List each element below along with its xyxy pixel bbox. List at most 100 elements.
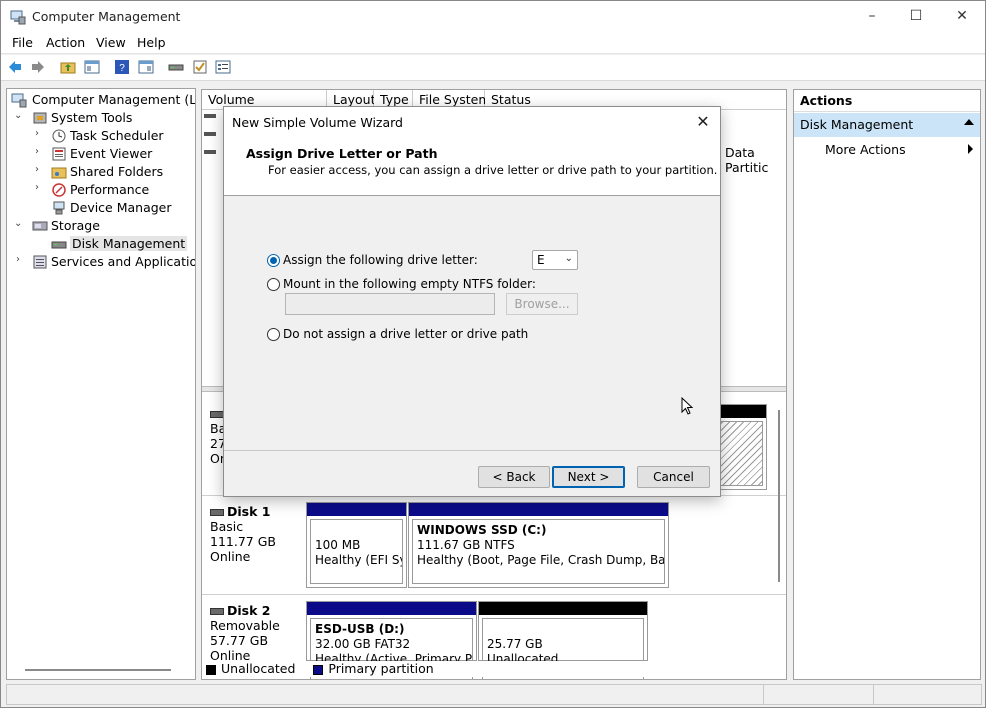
chevron-right-icon[interactable]: › (16, 254, 26, 265)
chevron-right-icon[interactable]: › (35, 146, 45, 157)
help-icon[interactable]: ? (114, 59, 130, 75)
disk1-label[interactable]: Disk 1 Basic 111.77 GB Online (210, 504, 276, 564)
wizard-subheading: For easier access, you can assign a driv… (268, 163, 718, 177)
status-segment (763, 685, 764, 704)
partition-size: 100 MB (315, 538, 361, 552)
device-manager-icon (53, 201, 65, 215)
chevron-right-icon[interactable]: › (35, 182, 45, 193)
tree-item-event-viewer[interactable]: › Event Viewer (11, 145, 195, 163)
partition-name: ESD-USB (D:) (315, 622, 405, 636)
toolbar: ? (1, 55, 985, 81)
properties-icon[interactable] (215, 59, 231, 75)
new-simple-volume-wizard: New Simple Volume Wizard ✕ Assign Drive … (223, 106, 721, 497)
more-actions[interactable]: More Actions (825, 142, 906, 157)
partition-status: Healthy (EFI Syst (315, 553, 402, 567)
tree-horizontal-scrollbar[interactable] (25, 669, 171, 671)
disk2-unallocated[interactable]: 25.77 GB Unallocated (478, 601, 648, 679)
disk1-c-partition[interactable]: WINDOWS SSD (C:) 111.67 GB NTFS Healthy … (408, 502, 669, 588)
disk1-size: 111.77 GB (210, 534, 276, 549)
disk-icon[interactable] (168, 59, 184, 75)
disk1-efi-partition[interactable]: 100 MB Healthy (EFI Syst (306, 502, 407, 588)
partition-name: WINDOWS SSD (C:) (417, 523, 547, 537)
tree-label: Shared Folders (70, 164, 164, 179)
no-letter-label[interactable]: Do not assign a drive letter or drive pa… (283, 327, 528, 341)
up-folder-icon[interactable] (60, 59, 76, 75)
menu-file[interactable]: File (12, 35, 33, 50)
actions-pane: Actions Disk Management More Actions (793, 89, 981, 680)
no-letter-radio[interactable] (267, 328, 280, 341)
wizard-header: Assign Drive Letter or Path For easier a… (224, 137, 720, 196)
actions-section-label: Disk Management (800, 117, 914, 132)
forward-icon[interactable] (30, 59, 46, 75)
minimize-button[interactable]: – (849, 1, 895, 32)
tree-item-performance[interactable]: › Performance (11, 181, 195, 199)
wizard-heading: Assign Drive Letter or Path (246, 146, 438, 161)
window-title: Computer Management (32, 9, 181, 24)
disk-separator (202, 594, 786, 595)
cancel-button[interactable]: Cancel (637, 466, 710, 488)
tree-item-device-manager[interactable]: Device Manager (11, 199, 195, 217)
browse-button[interactable]: Browse... (506, 293, 578, 315)
back-button[interactable]: < Back (478, 466, 550, 488)
disk2-size: 57.77 GB (210, 633, 269, 648)
chevron-right-icon[interactable]: › (35, 128, 45, 139)
tree-item-computer-management[interactable]: Computer Management (Local (11, 91, 196, 109)
tree-item-system-tools[interactable]: ⌄ System Tools (11, 109, 195, 127)
primary-partition-bar (409, 503, 668, 516)
show-hide-tree-icon[interactable] (84, 59, 100, 75)
disk-icon (210, 411, 224, 418)
tree-label: Storage (51, 218, 100, 233)
legend-unallocated: Unallocated (221, 661, 296, 676)
computer-management-icon (10, 10, 26, 25)
assign-letter-radio[interactable] (267, 254, 280, 267)
shared-folder-icon (51, 167, 67, 179)
dialog-close-button[interactable]: ✕ (690, 109, 716, 135)
disk2-type: Removable (210, 618, 280, 633)
mount-folder-label[interactable]: Mount in the following empty NTFS folder… (283, 277, 536, 291)
disk1-state: Online (210, 549, 251, 564)
volume-row-icon (204, 132, 216, 136)
services-icon (33, 255, 47, 269)
status-segment (873, 685, 874, 704)
disk-icon (210, 608, 224, 615)
tree-item-storage[interactable]: ⌄ Storage (11, 217, 195, 235)
mount-folder-radio[interactable] (267, 278, 280, 291)
mouse-pointer-icon (681, 397, 693, 415)
tree-label: Computer Management (Local (32, 92, 196, 107)
chevron-down-icon[interactable]: ⌄ (14, 110, 24, 121)
chevron-down-icon[interactable]: ⌄ (14, 218, 24, 229)
tree-label: Event Viewer (70, 146, 153, 161)
tree-item-disk-management[interactable]: Disk Management (11, 235, 195, 253)
drive-letter-select[interactable]: E ⌄ (532, 250, 578, 270)
graphical-view-scrollbar[interactable] (778, 410, 780, 582)
menu-help[interactable]: Help (137, 35, 166, 50)
tree-item-services-and-applications[interactable]: › Services and Applications (11, 253, 195, 271)
check-icon[interactable] (192, 59, 208, 75)
menu-view[interactable]: View (96, 35, 126, 50)
partition-status: Healthy (Boot, Page File, Crash Dump, Ba… (417, 553, 665, 567)
actions-section-disk-management[interactable]: Disk Management (794, 113, 980, 137)
collapse-icon[interactable] (964, 119, 974, 125)
partition-body: 100 MB Healthy (EFI Syst (310, 519, 403, 584)
maximize-button[interactable]: ☐ (893, 1, 939, 32)
chevron-right-icon[interactable]: › (35, 164, 45, 175)
show-hide-action-pane-icon[interactable] (138, 59, 154, 75)
volume-row-icon (204, 150, 216, 154)
back-icon[interactable] (7, 59, 23, 75)
ntfs-folder-path-input[interactable] (285, 293, 495, 315)
unallocated-swatch (206, 664, 216, 675)
disk2-label[interactable]: Disk 2 Removable 57.77 GB Online (210, 603, 280, 663)
tree-item-task-scheduler[interactable]: › Task Scheduler (11, 127, 195, 145)
primary-partition-bar (307, 503, 406, 516)
disk2-d-partition[interactable]: ESD-USB (D:) 32.00 GB FAT32 Healthy (Act… (306, 601, 477, 679)
tools-icon (33, 112, 47, 124)
disk-icon (210, 509, 224, 516)
legend-primary: Primary partition (328, 661, 434, 676)
menu-action[interactable]: Action (46, 35, 85, 50)
assign-letter-label[interactable]: Assign the following drive letter: (283, 253, 478, 267)
close-button[interactable]: ✕ (939, 1, 985, 32)
tree-item-shared-folders[interactable]: › Shared Folders (11, 163, 195, 181)
dialog-title: New Simple Volume Wizard (232, 115, 403, 130)
next-button[interactable]: Next > (552, 466, 625, 488)
performance-icon (52, 183, 66, 197)
